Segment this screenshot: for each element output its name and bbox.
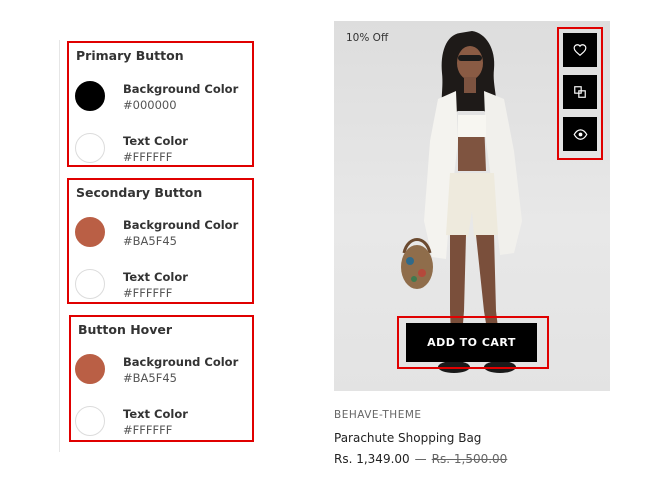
row-label: Background Color [123,355,239,369]
row-value: #BA5F45 [123,234,177,248]
color-swatch[interactable] [75,406,105,436]
primary-button-settings: Primary Button Background Color #000000 … [67,41,254,167]
text-color-row[interactable]: Text Color #FFFFFF [75,133,255,169]
color-swatch[interactable] [75,354,105,384]
product-title[interactable]: Parachute Shopping Bag [334,431,481,445]
quick-actions-highlight [557,27,603,160]
row-value: #FFFFFF [123,150,173,164]
divider-line [59,40,60,452]
secondary-button-settings: Secondary Button Background Color #BA5F4… [67,178,254,304]
settings-title: Button Hover [78,322,173,337]
text-color-row[interactable]: Text Color #FFFFFF [75,269,255,305]
row-label: Background Color [123,82,239,96]
add-to-cart-highlight [397,316,549,369]
sale-price: Rs. 1,349.00 [334,452,410,466]
row-label: Text Color [123,270,188,284]
settings-title: Primary Button [76,48,184,63]
color-swatch[interactable] [75,269,105,299]
row-value: #000000 [123,98,177,112]
row-label: Text Color [123,407,188,421]
product-vendor[interactable]: BEHAVE-THEME [334,409,422,421]
row-label: Text Color [123,134,188,148]
background-color-row[interactable]: Background Color #BA5F45 [75,354,255,390]
text-color-row[interactable]: Text Color #FFFFFF [75,406,255,442]
color-swatch[interactable] [75,133,105,163]
discount-badge: 10% Off [346,32,389,44]
color-swatch[interactable] [75,217,105,247]
settings-title: Secondary Button [76,185,203,200]
background-color-row[interactable]: Background Color #BA5F45 [75,217,255,253]
background-color-row[interactable]: Background Color #000000 [75,81,255,117]
compare-price: Rs. 1,500.00 [431,452,508,466]
price-separator: — [414,452,427,466]
row-label: Background Color [123,218,239,232]
product-image[interactable]: 10% Off ADD TO CART [334,21,610,391]
row-value: #BA5F45 [123,371,177,385]
row-value: #FFFFFF [123,286,173,300]
row-value: #FFFFFF [123,423,173,437]
color-swatch[interactable] [75,81,105,111]
price-row: Rs. 1,349.00 — Rs. 1,500.00 [334,452,507,466]
button-hover-settings: Button Hover Background Color #BA5F45 Te… [69,315,254,442]
